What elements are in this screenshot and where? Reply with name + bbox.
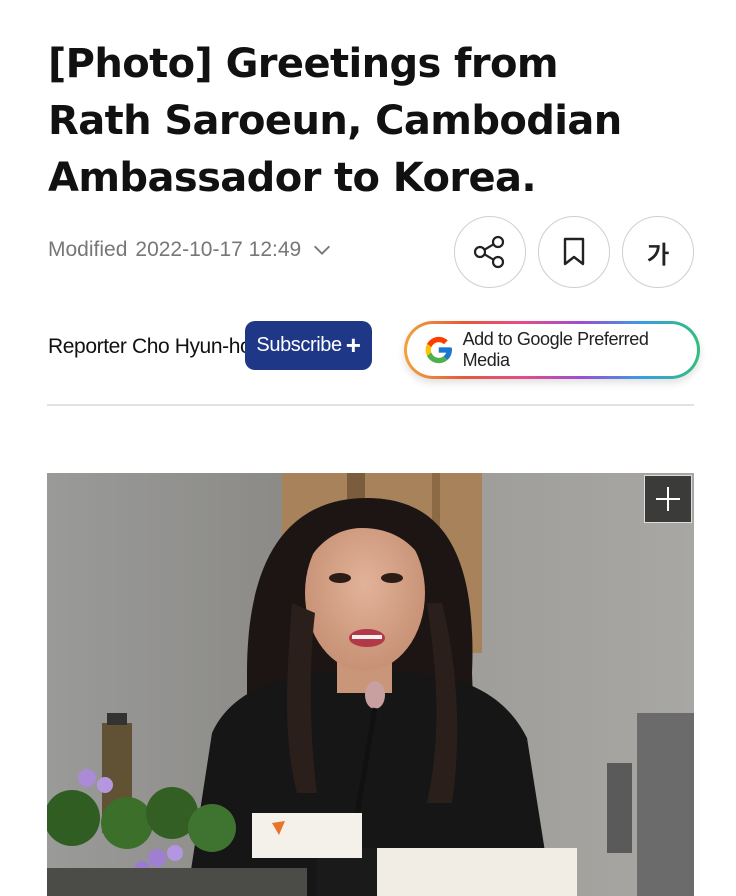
google-preferred-label: Add to Google Preferred Media <box>462 329 649 370</box>
reporter-name[interactable]: Reporter Cho Hyun-ho <box>48 335 252 359</box>
share-button[interactable] <box>454 216 526 288</box>
google-preferred-media-button[interactable]: Add to Google Preferred Media <box>404 321 700 379</box>
font-size-button[interactable]: 가 <box>622 216 694 288</box>
subscribe-button[interactable]: Subscribe + <box>245 321 372 370</box>
divider <box>47 404 694 406</box>
byline-row: Reporter Cho Hyun-ho Subscribe + Add to … <box>48 321 700 379</box>
bookmark-button[interactable] <box>538 216 610 288</box>
font-size-label: 가 <box>646 240 670 269</box>
bookmark-icon <box>563 237 585 266</box>
modified-label: Modified <box>48 238 128 261</box>
share-icon <box>473 235 505 269</box>
article-photo[interactable] <box>47 473 694 896</box>
plus-icon <box>656 487 680 511</box>
modified-date-row[interactable]: Modified 2022-10-17 12:49 <box>48 238 333 262</box>
photo-expand-button[interactable] <box>644 475 692 523</box>
article-actions: 가 <box>454 216 694 288</box>
subscribe-label: Subscribe <box>256 334 342 356</box>
plus-icon: + <box>345 329 361 360</box>
ambassador-photo <box>47 473 694 896</box>
article-headline: [Photo] Greetings from Rath Saroeun, Cam… <box>48 41 622 201</box>
modified-datetime: 2022-10-17 12:49 <box>135 238 302 261</box>
google-icon <box>425 336 452 364</box>
chevron-down-icon[interactable] <box>311 239 333 261</box>
